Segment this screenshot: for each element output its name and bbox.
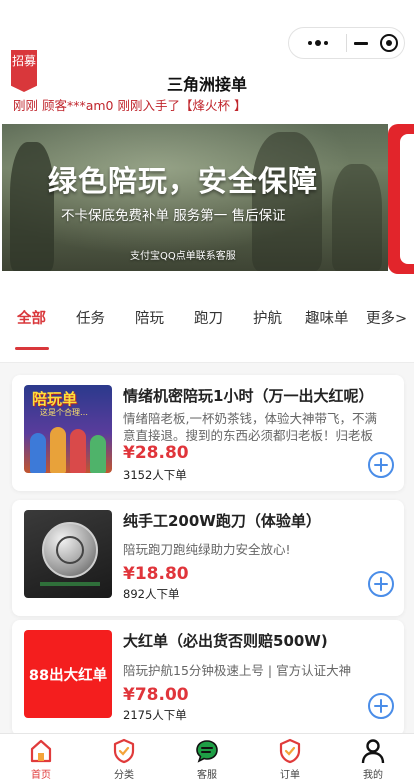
product-sales-count: 892人下单	[123, 587, 180, 601]
page-title: 三角洲接单	[166, 75, 247, 94]
product-price: ¥18.80	[123, 564, 189, 584]
product-description: 情绪陪老板,一杯奶茶钱，体验大神带飞，不满意直接退。搜到的东西必须都归老板！归老…	[123, 411, 377, 443]
product-card[interactable]: 88出大红单 大红单（必出货否则赔500W) 陪玩护航15分钟极速上号 | 官方…	[12, 620, 404, 733]
home-icon	[30, 739, 52, 763]
tabbar-home[interactable]: 首页	[13, 736, 69, 780]
order-shield-icon	[279, 738, 301, 764]
tab-companion[interactable]: 陪玩	[135, 307, 164, 328]
thumb-title: 陪玩单	[32, 390, 78, 408]
tabbar-label: 订单	[280, 770, 300, 780]
banner-subline: 不卡保底免费补单 服务第一 售后保证	[61, 208, 286, 224]
product-sales-count: 2175人下单	[123, 708, 187, 722]
tabbar-label: 首页	[31, 770, 51, 780]
mini-program-capsule	[288, 27, 405, 59]
thumb-subtitle: 这是个合理…	[40, 408, 88, 417]
minimize-icon[interactable]	[347, 41, 375, 45]
coin-image	[42, 522, 98, 578]
plus-icon	[374, 577, 388, 591]
tabbar-profile[interactable]: 我的	[345, 736, 401, 780]
tab-more[interactable]: 更多>	[366, 307, 407, 328]
plus-icon	[374, 699, 388, 713]
banner-footline: 支付宝QQ点单联系客服	[130, 251, 236, 262]
character-figure	[90, 435, 106, 473]
tabbar-orders[interactable]: 订单	[262, 736, 318, 780]
tabbar-label: 我的	[363, 770, 383, 780]
next-banner-peek[interactable]	[388, 124, 414, 274]
tabbar-category[interactable]: 分类	[96, 736, 152, 780]
plus-icon	[374, 458, 388, 472]
close-target-icon[interactable]	[375, 34, 404, 52]
product-price: ¥28.80	[123, 443, 189, 463]
product-title: 情绪机密陪玩1小时（万一出大红呢）	[123, 387, 374, 405]
add-to-cart-button[interactable]	[368, 452, 394, 478]
character-figure	[70, 429, 86, 473]
product-title: 大红单（必出货否则赔500W)	[123, 632, 328, 650]
user-icon	[361, 739, 385, 764]
tab-all[interactable]: 全部	[17, 307, 46, 328]
add-to-cart-button[interactable]	[368, 571, 394, 597]
product-card[interactable]: 纯手工200W跑刀（体验单） 陪玩跑刀跑纯绿助力安全放心! ¥18.80 892…	[12, 500, 404, 616]
tab-escort[interactable]: 护航	[253, 307, 282, 328]
category-shield-icon	[113, 738, 135, 764]
product-price: ¥78.00	[123, 685, 189, 705]
chat-icon	[196, 740, 218, 763]
product-description: 陪玩护航15分钟极速上号 | 官方认证大神	[123, 663, 352, 678]
character-figure	[30, 433, 46, 473]
tab-task[interactable]: 任务	[76, 307, 105, 328]
bottom-tab-bar: 首页 分类 客服 订单 我的	[0, 733, 414, 780]
banner-headline: 绿色陪玩，安全保障	[48, 164, 319, 198]
tab-run[interactable]: 跑刀	[194, 307, 223, 328]
tab-fun[interactable]: 趣味单	[305, 307, 349, 328]
product-card[interactable]: 陪玩单 这是个合理… 情绪机密陪玩1小时（万一出大红呢） 情绪陪老板,一杯奶茶钱…	[12, 375, 404, 491]
character-figure	[50, 427, 66, 473]
add-to-cart-button[interactable]	[368, 693, 394, 719]
product-thumbnail: 陪玩单 这是个合理…	[24, 385, 112, 473]
product-title: 纯手工200W跑刀（体验单）	[123, 512, 321, 530]
order-ticker: 刚刚 顾客***am0 刚刚入手了【烽火杯 】	[13, 98, 247, 113]
thumb-text: 88出大红单	[28, 667, 108, 684]
product-list: 陪玩单 这是个合理… 情绪机密陪玩1小时（万一出大红呢） 情绪陪老板,一杯奶茶钱…	[0, 363, 414, 733]
product-sales-count: 3152人下单	[123, 468, 187, 482]
top-nav-bar: 招募 三角洲接单 刚刚 顾客***am0 刚刚入手了【烽火杯 】	[0, 0, 414, 122]
tabbar-service[interactable]: 客服	[179, 736, 235, 780]
tabbar-label: 客服	[197, 770, 217, 780]
active-tab-indicator	[15, 347, 49, 350]
product-description: 陪玩跑刀跑纯绿助力安全放心!	[123, 542, 291, 557]
category-tabs: 全部 任务 陪玩 跑刀 护航 趣味单 更多>	[0, 300, 414, 350]
more-dots-icon[interactable]	[289, 28, 346, 58]
soldier-silhouette	[332, 164, 382, 271]
product-thumbnail: 88出大红单	[24, 630, 112, 718]
tabbar-label: 分类	[114, 770, 134, 780]
promo-banner[interactable]: 绿色陪玩，安全保障 不卡保底免费补单 服务第一 售后保证 支付宝QQ点单联系客服	[2, 124, 388, 271]
soldier-silhouette	[252, 132, 322, 271]
product-thumbnail	[24, 510, 112, 598]
